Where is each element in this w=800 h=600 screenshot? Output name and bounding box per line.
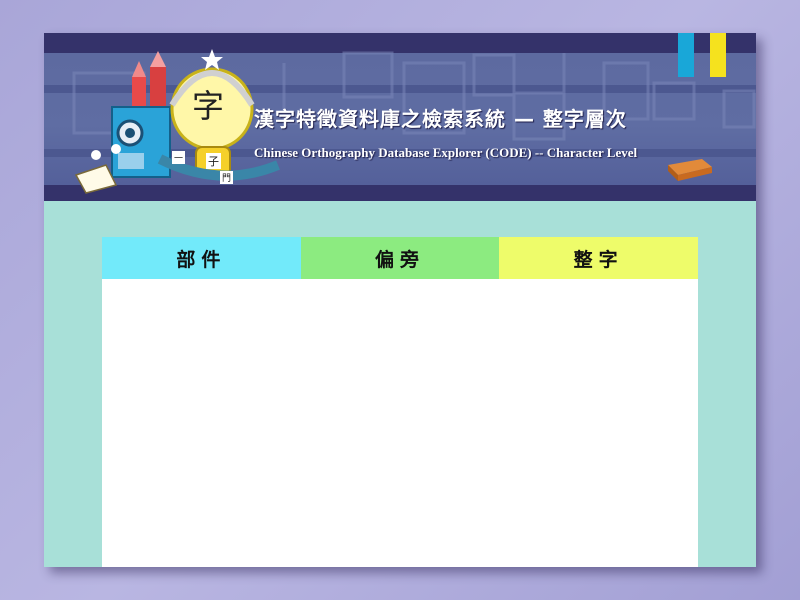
page-title-english: Chinese Orthography Database Explorer (C… — [254, 145, 638, 160]
mascot-character-label: 字 — [192, 87, 225, 125]
main-panel: 部件 偏旁 整字 — [102, 237, 699, 567]
tab-radical[interactable]: 偏旁 — [300, 237, 500, 279]
accent-bar-yellow — [710, 33, 726, 77]
tab-component[interactable]: 部件 — [102, 237, 301, 279]
app-window: 字 子 門 一 漢字特徵資料庫之檢索系統 — 整字層次 Chinese Orth… — [44, 33, 756, 567]
mascot-band-label: 門 — [220, 171, 234, 184]
accent-bar-cyan — [678, 33, 694, 77]
mascot-band-label: 一 — [172, 151, 186, 164]
page-title-chinese: 漢字特徵資料庫之檢索系統 — 整字層次 — [254, 107, 627, 131]
mascot-band-label: 子 — [206, 153, 221, 169]
mascot-illustration — [74, 49, 280, 194]
brick-icon — [668, 159, 712, 181]
content-area — [102, 279, 698, 567]
tab-character[interactable]: 整字 — [499, 237, 699, 279]
level-tabs: 部件 偏旁 整字 — [102, 237, 699, 279]
header-banner: 字 子 門 一 漢字特徵資料庫之檢索系統 — 整字層次 Chinese Orth… — [44, 33, 756, 201]
